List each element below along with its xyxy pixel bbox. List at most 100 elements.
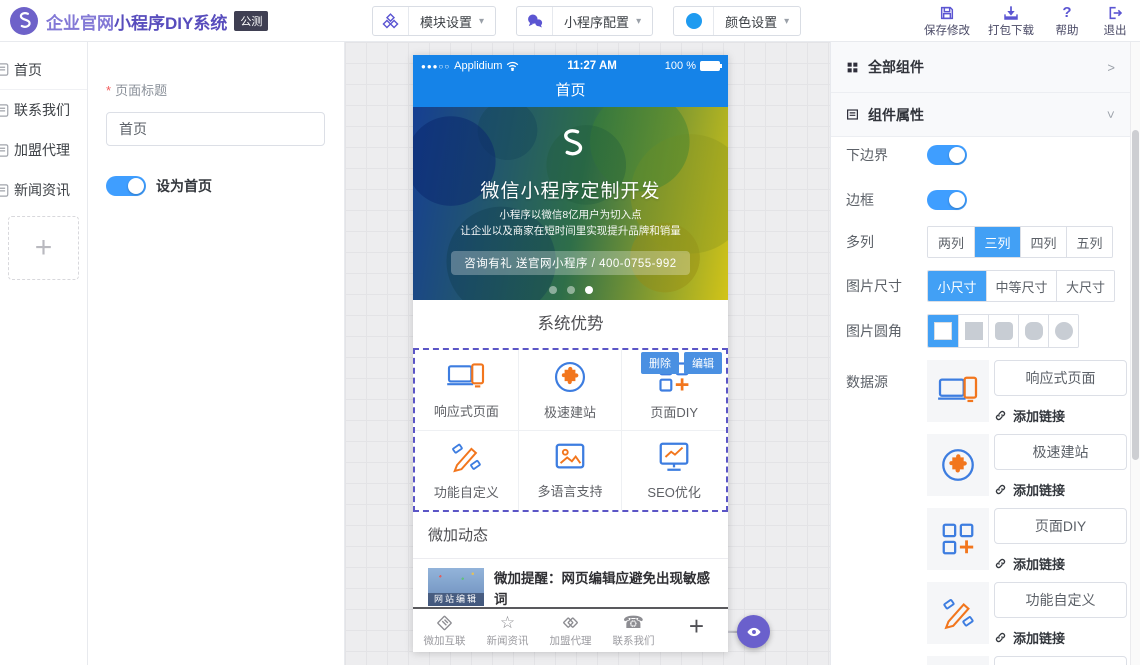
- tab-add-button[interactable]: +: [665, 611, 728, 650]
- app-header: 企业官网小程序DIY系统 公测 模块设置 ▾ 小程序配置 ▾ 颜色设: [0, 0, 1140, 42]
- color-settings-menu[interactable]: 颜色设置 ▾: [673, 6, 801, 36]
- radius-option-square[interactable]: [958, 315, 988, 347]
- page-title-input[interactable]: [106, 112, 325, 146]
- dot[interactable]: [549, 286, 557, 294]
- phone-icon: ☎: [623, 614, 644, 632]
- fast-build-icon: [939, 446, 977, 484]
- image-size-row: 图片尺寸 小尺寸 中等尺寸 大尺寸: [846, 270, 1120, 302]
- bottom-border-label: 下边界: [846, 145, 927, 165]
- phone-tab-bar: 微加互联 ☆ 新闻资讯 加盟代理 ☎ 联系我们 +: [413, 607, 728, 652]
- module-settings-menu[interactable]: 模块设置 ▾: [372, 6, 496, 36]
- tab-news[interactable]: ☆ 新闻资讯: [476, 614, 539, 648]
- canvas: ●●●○○ Applidium 11:27 AM 100 % 首页 微信小程序定…: [345, 42, 830, 665]
- component-props-title: 组件属性: [868, 105, 924, 125]
- set-home-row: 设为首页: [106, 176, 324, 196]
- image-size-large[interactable]: 大尺寸: [1056, 271, 1114, 301]
- sidebar-item-agency[interactable]: 加盟代理: [0, 130, 87, 170]
- columns-option-2[interactable]: 两列: [928, 227, 974, 257]
- page-icon: [0, 183, 10, 198]
- tags-icon: [561, 614, 580, 632]
- feature-label: 响应式页面: [434, 401, 499, 420]
- all-components-header[interactable]: 全部组件 >: [831, 42, 1130, 93]
- datasource-thumb: [927, 360, 989, 422]
- page-label: 新闻资讯: [14, 180, 70, 200]
- news-section: 微加动态 网站编辑 微加提醒：网页编辑应避免出现敏感词 与极限词: [413, 512, 728, 607]
- datasource-title-input[interactable]: [994, 360, 1127, 396]
- help-button[interactable]: ? 帮助: [1048, 4, 1086, 38]
- caret-down-icon: ▾: [636, 16, 652, 27]
- news-thumbnail-caption: 网站编辑: [428, 593, 484, 606]
- feature-item[interactable]: 多语言支持: [519, 431, 623, 511]
- tab-agency[interactable]: 加盟代理: [539, 614, 602, 648]
- edit-button[interactable]: 编辑: [684, 352, 722, 374]
- help-icon: ?: [1062, 4, 1071, 21]
- datasource-title-input[interactable]: [994, 582, 1127, 618]
- columns-option-5[interactable]: 五列: [1066, 227, 1112, 257]
- add-link-button[interactable]: 添加链接: [994, 628, 1065, 647]
- app-title-bold: 小程序DIY系统: [114, 14, 227, 33]
- radius-option-rounded[interactable]: [988, 315, 1018, 347]
- news-item[interactable]: 网站编辑 微加提醒：网页编辑应避免出现敏感词 与极限词: [413, 559, 728, 607]
- preview-button[interactable]: [737, 615, 770, 648]
- datasource-title-input[interactable]: [994, 434, 1127, 470]
- image-size-medium[interactable]: 中等尺寸: [986, 271, 1056, 301]
- feature-grid-selected[interactable]: 删除 编辑 响应式页面 极速建站 页面DIY 功能自定义: [413, 348, 728, 512]
- datasource-title-input[interactable]: [994, 656, 1127, 665]
- multi-language-icon: [551, 440, 589, 474]
- bottom-border-toggle[interactable]: [927, 145, 967, 165]
- scrollbar-thumb[interactable]: [1132, 130, 1139, 460]
- feature-item[interactable]: 极速建站: [519, 350, 623, 431]
- exit-button[interactable]: 退出: [1096, 4, 1134, 38]
- responsive-page-icon: [937, 373, 979, 409]
- columns-segmented-control: 两列 三列 四列 五列: [927, 226, 1113, 258]
- tab-weijia[interactable]: 微加互联: [413, 614, 476, 648]
- feature-item[interactable]: 功能自定义: [415, 431, 519, 511]
- columns-option-3-active[interactable]: 三列: [974, 227, 1020, 257]
- news-section-title: 微加动态: [413, 512, 728, 559]
- datasource-title-input[interactable]: [994, 508, 1127, 544]
- image-size-small-active[interactable]: 小尺寸: [928, 271, 986, 301]
- link-icon: [994, 557, 1007, 570]
- radius-option-more-rounded[interactable]: [1018, 315, 1048, 347]
- dot-active[interactable]: [585, 286, 593, 294]
- miniprogram-config-menu[interactable]: 小程序配置 ▾: [516, 6, 653, 36]
- tab-contact[interactable]: ☎ 联系我们: [602, 614, 665, 648]
- columns-option-4[interactable]: 四列: [1020, 227, 1066, 257]
- download-button[interactable]: 打包下载: [984, 4, 1038, 38]
- phone-preview: ●●●○○ Applidium 11:27 AM 100 % 首页 微信小程序定…: [413, 55, 728, 652]
- sidebar-item-news[interactable]: 新闻资讯: [0, 170, 87, 210]
- page-icon: [0, 103, 10, 118]
- sidebar-item-contact[interactable]: 联系我们: [0, 90, 87, 130]
- add-link-button[interactable]: 添加链接: [994, 406, 1065, 425]
- radius-option-none-active[interactable]: [928, 315, 958, 347]
- custom-function-icon: [939, 594, 977, 632]
- add-link-button[interactable]: 添加链接: [994, 480, 1065, 499]
- datasource-label: 数据源: [846, 372, 888, 392]
- delete-button[interactable]: 删除: [641, 352, 679, 374]
- banner-carousel[interactable]: 微信小程序定制开发 小程序以微信8亿用户为切入点 让企业以及商家在短时间里实现提…: [413, 107, 728, 300]
- all-components-title: 全部组件: [868, 57, 924, 77]
- battery-icon: [700, 61, 720, 71]
- datasource-thumb: [927, 656, 989, 665]
- app: 企业官网小程序DIY系统 公测 模块设置 ▾ 小程序配置 ▾ 颜色设: [0, 0, 1140, 665]
- component-props-header[interactable]: 组件属性 >: [831, 93, 1130, 137]
- page-icon: [0, 143, 10, 158]
- page-label: 首页: [14, 60, 42, 80]
- app-title: 企业官网小程序DIY系统: [46, 9, 227, 34]
- feature-item[interactable]: SEO优化: [622, 431, 726, 511]
- border-toggle[interactable]: [927, 190, 967, 210]
- save-button[interactable]: 保存修改: [920, 4, 974, 38]
- add-page-button[interactable]: +: [8, 216, 79, 280]
- link-icon: [994, 483, 1007, 496]
- feature-item[interactable]: 响应式页面: [415, 350, 519, 431]
- dot[interactable]: [567, 286, 575, 294]
- tab-label: 微加互联: [424, 633, 466, 648]
- set-home-toggle[interactable]: [106, 176, 146, 196]
- radius-option-circle[interactable]: [1048, 315, 1078, 347]
- bottom-border-row: 下边界: [846, 145, 1120, 165]
- action-label: 打包下载: [988, 22, 1034, 38]
- plus-icon: +: [35, 231, 53, 265]
- add-link-button[interactable]: 添加链接: [994, 554, 1065, 573]
- vertical-scrollbar[interactable]: [1130, 42, 1140, 665]
- sidebar-item-home[interactable]: 首页: [0, 50, 87, 90]
